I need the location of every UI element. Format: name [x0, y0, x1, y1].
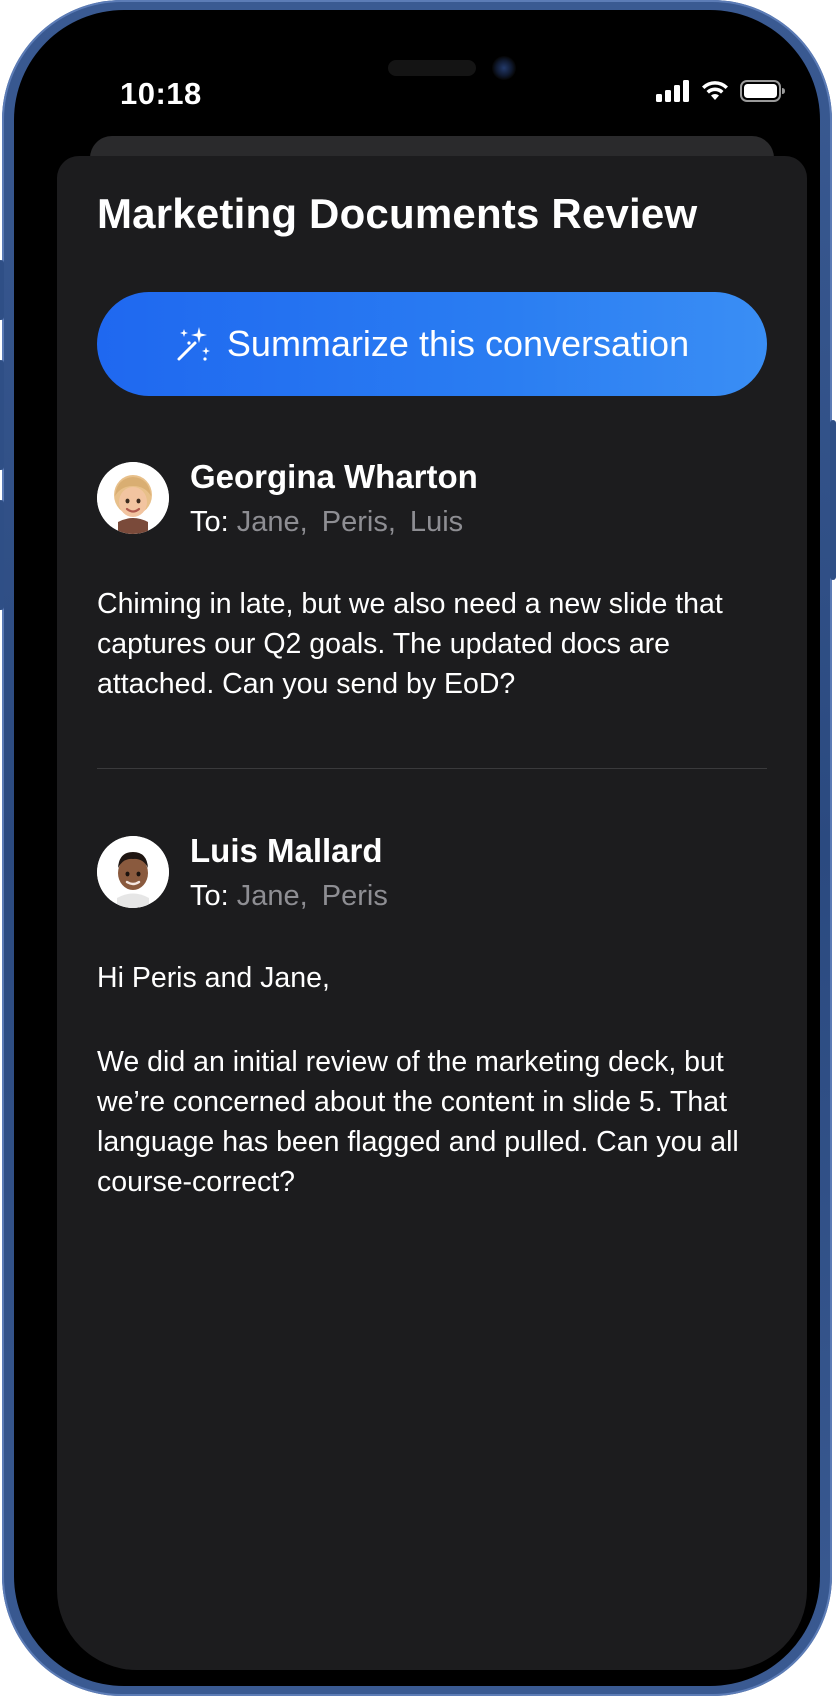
- side-button: [0, 260, 4, 320]
- volume-down-button: [0, 500, 4, 610]
- speaker-grille: [388, 60, 476, 76]
- sender-name: Luis Mallard: [190, 832, 383, 869]
- memoji-avatar-dark-hair-icon: [97, 836, 169, 908]
- cellular-signal-icon: [656, 80, 689, 102]
- summarize-button-label: Summarize this conversation: [226, 323, 690, 364]
- recipients-line: To: Jane, Peris, Luis: [190, 506, 463, 539]
- screen: 10:18 Marketing Documents Review Summari…: [14, 10, 820, 1686]
- avatar[interactable]: [97, 836, 169, 908]
- front-camera: [492, 56, 516, 80]
- message-paragraph: Chiming in late, but we also need a new …: [97, 588, 723, 700]
- wifi-icon: [702, 81, 728, 100]
- sender-name: Georgina Wharton: [190, 458, 478, 495]
- message-item[interactable]: Luis Mallard To: Jane, Peris Hi Peris an…: [97, 832, 767, 1216]
- avatar[interactable]: [97, 462, 169, 534]
- recipients-line: To: Jane, Peris: [190, 880, 388, 913]
- summarize-button[interactable]: Summarize this conversation: [97, 292, 767, 396]
- page-title: Marketing Documents Review: [97, 190, 698, 237]
- memoji-avatar-blonde-icon: [97, 462, 169, 534]
- status-time: 10:18: [120, 76, 202, 111]
- volume-up-button: [0, 360, 4, 470]
- power-button: [830, 420, 836, 580]
- status-bar: 10:18: [56, 56, 808, 128]
- message-paragraph: Hi Peris and Jane,: [97, 962, 330, 994]
- message-divider: [97, 768, 767, 769]
- conversation-sheet: Marketing Documents Review Summarize thi…: [57, 156, 807, 1670]
- sparkles-icon: [177, 327, 210, 361]
- recipients-list: Jane, Peris: [236, 880, 388, 912]
- message-body: Hi Peris and Jane, We did an initial rev…: [97, 958, 767, 1246]
- message-item[interactable]: Georgina Wharton To: Jane, Peris, Luis C…: [97, 458, 767, 722]
- recipients-list: Jane, Peris, Luis: [236, 506, 464, 538]
- message-body: Chiming in late, but we also need a new …: [97, 584, 767, 748]
- battery-icon: [740, 80, 785, 102]
- to-label: To:: [190, 506, 229, 538]
- to-label: To:: [190, 880, 229, 912]
- status-icons: [656, 80, 786, 102]
- message-paragraph: We did an initial review of the marketin…: [97, 1046, 739, 1198]
- phone-frame: 10:18 Marketing Documents Review Summari…: [0, 0, 836, 1696]
